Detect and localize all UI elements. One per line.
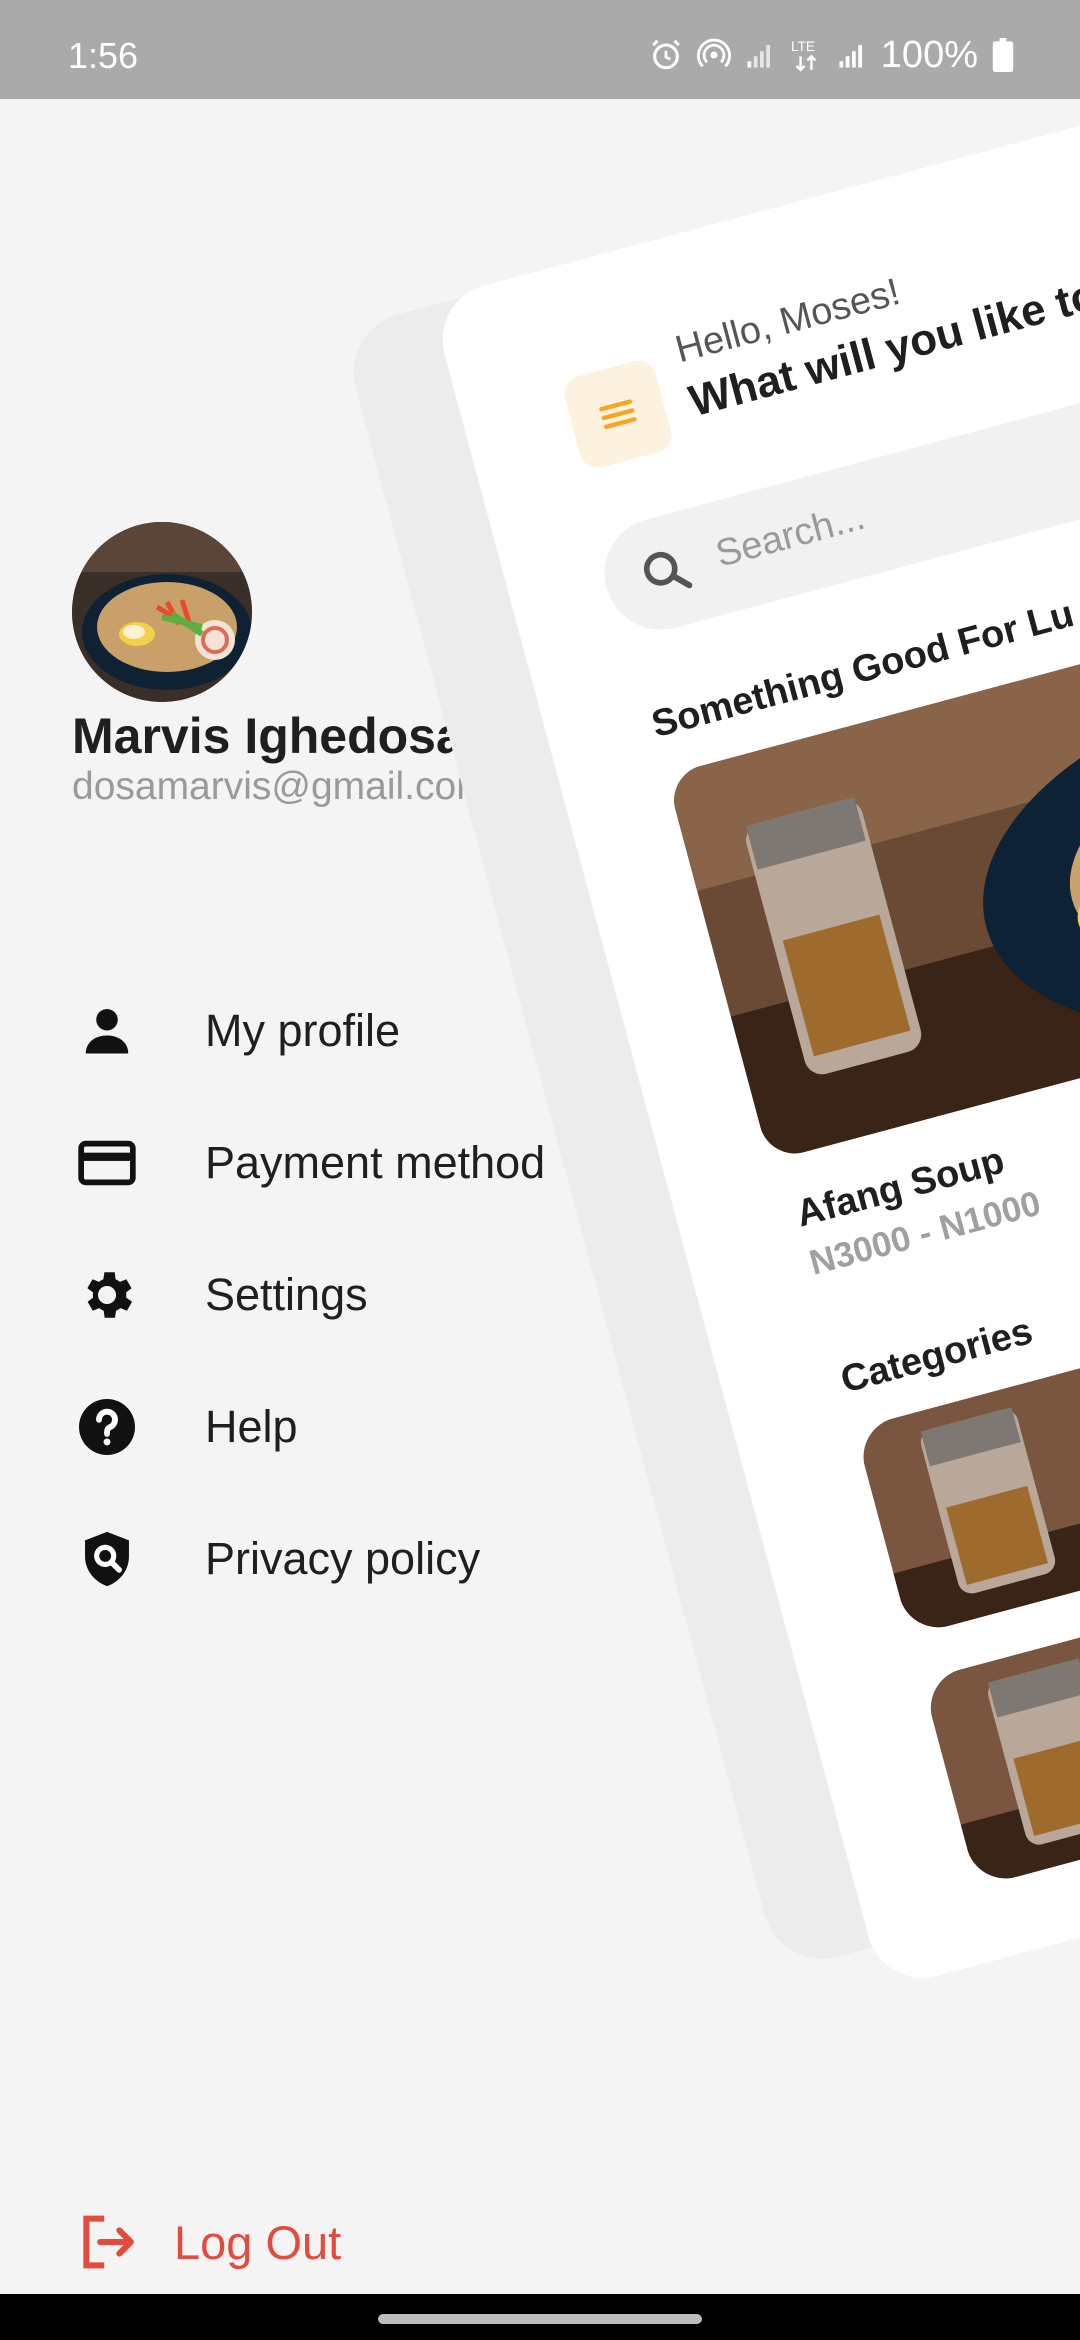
menu-item-help[interactable]: Help [0,1361,620,1493]
battery-percentage: 100% [880,34,978,76]
home-gesture-handle[interactable] [378,2314,702,2324]
system-navigation-bar [0,2294,1080,2340]
menu-item-privacy-policy[interactable]: Privacy policy [0,1493,620,1625]
signal-icon [747,45,770,68]
logout-button[interactable]: Log Out [0,2187,400,2297]
avatar[interactable] [72,522,252,702]
menu-icon [599,399,637,430]
hotspot-icon [696,38,731,68]
credit-card-icon [74,1130,140,1196]
battery-icon [992,38,1014,72]
menu-item-payment-method[interactable]: Payment method [0,1097,620,1229]
menu-item-label: Settings [205,1269,368,1320]
avatar-food-image [72,522,252,702]
menu-item-label: Payment method [205,1137,546,1188]
menu-item-label: Help [205,1401,298,1452]
person-icon [74,998,140,1064]
drawer-menu: My profile Payment method Settings Help [0,965,620,1625]
logout-label: Log Out [174,2216,342,2269]
status-time: 1:56 [68,35,139,76]
svg-text:LTE: LTE [791,39,815,54]
user-email: dosamarvis@gmail.com [72,765,489,808]
privacy-shield-icon [74,1526,140,1592]
status-icons: LTE 100% [649,32,1014,78]
menu-item-settings[interactable]: Settings [0,1229,620,1361]
alarm-icon [651,39,680,70]
logout-icon [74,2209,140,2275]
menu-item-label: Privacy policy [205,1533,481,1584]
app-screen: 1:56 LTE 100% Marvis Ighedosa dosamarvis… [0,0,1080,2340]
search-icon [632,538,701,607]
signal-icon [839,45,862,68]
help-icon [74,1394,140,1460]
lte-icon: LTE [791,39,817,72]
user-name: Marvis Ighedosa [72,708,464,764]
status-bar: 1:56 LTE 100% [0,0,1080,99]
menu-item-label: My profile [205,1005,401,1056]
search-placeholder: Search... [711,495,870,576]
gear-icon [74,1262,140,1328]
